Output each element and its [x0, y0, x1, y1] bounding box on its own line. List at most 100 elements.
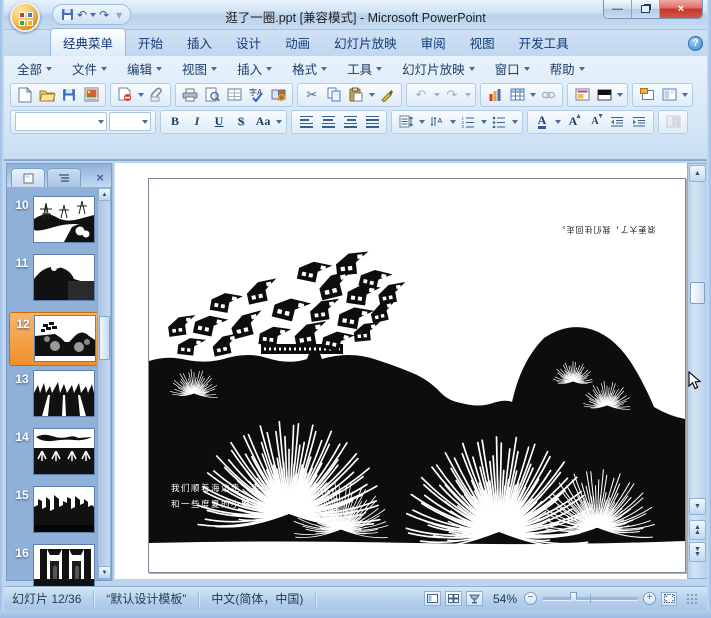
slide-thumbnail-13[interactable]: 13 — [11, 370, 99, 422]
tab-design[interactable]: 设计 — [224, 29, 273, 56]
menu-tools[interactable]: 工具 — [340, 56, 389, 81]
slide-layout-button[interactable] — [659, 85, 679, 105]
zoom-level[interactable]: 54% — [493, 592, 517, 606]
menu-format[interactable]: 格式 — [285, 56, 334, 81]
slide-sorter-button[interactable] — [445, 591, 462, 606]
print-preview-button[interactable] — [202, 85, 222, 105]
status-language[interactable]: 中文(简体，中国) — [199, 591, 316, 607]
tab-view[interactable]: 视图 — [458, 29, 507, 56]
menu-file[interactable]: 文件 — [65, 56, 114, 81]
zoom-slider-handle[interactable] — [570, 592, 577, 603]
align-right-button[interactable] — [340, 112, 360, 132]
save-as-picture-button[interactable] — [81, 85, 101, 105]
tab-slideshow[interactable]: 幻灯片放映 — [322, 29, 409, 56]
tab-classic-menu[interactable]: 经典菜单 — [50, 28, 126, 56]
spelling-button[interactable]: 字A — [246, 85, 266, 105]
scroll-up-button[interactable]: ▲ — [689, 165, 706, 182]
menu-window[interactable]: 窗口 — [488, 56, 537, 81]
panel-scrollbar[interactable]: ▲ ▼ — [97, 188, 110, 579]
justify-button[interactable] — [362, 112, 382, 132]
line-spacing-dropdown[interactable] — [419, 120, 425, 124]
font-size-combobox[interactable] — [109, 112, 151, 131]
research-button[interactable] — [268, 85, 288, 105]
zoom-in-button[interactable]: + — [643, 592, 656, 605]
slide-canvas[interactable]: 浪更大了，我们往回走。 我们顺着海边走，走过几处沼泽水湾， 和一些度夏的小屋。 — [148, 178, 686, 573]
restore-button[interactable] — [632, 0, 660, 18]
menu-slideshow[interactable]: 幻灯片放映 — [395, 56, 482, 81]
change-case-button[interactable]: Aa — [253, 112, 273, 132]
background-style-button[interactable] — [594, 85, 614, 105]
copy-button[interactable] — [324, 85, 344, 105]
tab-home[interactable]: 开始 — [126, 29, 175, 56]
slide-thumbnail-11[interactable]: 11 — [11, 254, 99, 306]
close-button[interactable]: × — [660, 0, 702, 18]
status-design-template[interactable]: “默认设计模板” — [94, 591, 199, 607]
print-button[interactable] — [180, 85, 200, 105]
save-button[interactable] — [59, 85, 79, 105]
help-icon[interactable]: ? — [688, 36, 703, 51]
italic-button[interactable]: I — [187, 112, 207, 132]
menu-help[interactable]: 帮助 — [543, 56, 592, 81]
bold-button[interactable]: B — [165, 112, 185, 132]
cut-button[interactable]: ✂ — [302, 85, 322, 105]
tab-developer[interactable]: 开发工具 — [507, 29, 581, 56]
zoom-out-button[interactable]: − — [524, 592, 537, 605]
slide-thumbnail-12-selected[interactable]: 12 — [9, 312, 103, 366]
undo-dropdown[interactable] — [434, 93, 440, 97]
panel-close-icon[interactable]: × — [96, 170, 109, 187]
next-slide-button[interactable]: ▼▼ — [689, 542, 706, 562]
text-direction-button[interactable]: A — [427, 112, 447, 132]
text-shadow-button[interactable]: S — [231, 112, 251, 132]
shrink-font-button[interactable]: A▼ — [585, 112, 605, 132]
redo-dropdown[interactable] — [465, 93, 471, 97]
decrease-indent-button[interactable] — [607, 112, 627, 132]
bullets-button[interactable] — [489, 112, 509, 132]
slideshow-view-button[interactable] — [466, 591, 483, 606]
menu-edit[interactable]: 编辑 — [120, 56, 169, 81]
tab-outline[interactable] — [47, 168, 81, 187]
undo-button[interactable]: ↶ — [411, 85, 431, 105]
new-slide-button[interactable] — [637, 85, 657, 105]
new-document-button[interactable] — [15, 85, 35, 105]
redo-button[interactable]: ↷ — [442, 85, 462, 105]
tab-animations[interactable]: 动画 — [273, 29, 322, 56]
menu-insert[interactable]: 插入 — [230, 56, 279, 81]
insert-chart-button[interactable] — [485, 85, 505, 105]
format-painter-button[interactable] — [377, 85, 397, 105]
font-color-dropdown[interactable] — [555, 120, 561, 124]
scroll-down-button[interactable]: ▼ — [689, 498, 706, 515]
fit-to-window-button[interactable] — [661, 592, 677, 606]
slide-thumbnail-14[interactable]: 14 — [11, 428, 99, 480]
publish-button[interactable] — [115, 85, 135, 105]
tab-review[interactable]: 审阅 — [409, 29, 458, 56]
numbering-button[interactable]: 123 — [458, 112, 478, 132]
change-case-dropdown[interactable] — [276, 120, 282, 124]
slide-design-button[interactable] — [572, 85, 592, 105]
scroll-thumb[interactable] — [690, 282, 705, 304]
slide-thumbnail-10[interactable]: 10 — [11, 196, 99, 248]
tab-insert[interactable]: 插入 — [175, 29, 224, 56]
previous-slide-button[interactable]: ▲▲ — [689, 520, 706, 540]
align-left-button[interactable] — [296, 112, 316, 132]
paste-dropdown[interactable] — [369, 93, 375, 97]
format-object-button[interactable] — [663, 112, 683, 132]
panel-scroll-down[interactable]: ▼ — [98, 566, 111, 579]
zoom-slider-track[interactable] — [542, 597, 638, 600]
open-button[interactable] — [37, 85, 57, 105]
menu-view[interactable]: 视图 — [175, 56, 224, 81]
underline-button[interactable]: U — [209, 112, 229, 132]
line-spacing-button[interactable] — [396, 112, 416, 132]
slide-layout-dropdown[interactable] — [682, 93, 688, 97]
insert-table-dropdown[interactable] — [530, 93, 536, 97]
bullets-dropdown[interactable] — [512, 120, 518, 124]
tab-slides[interactable] — [11, 168, 45, 187]
grow-font-button[interactable]: A▲ — [563, 112, 583, 132]
panel-scroll-thumb[interactable] — [99, 316, 110, 360]
numbering-dropdown[interactable] — [481, 120, 487, 124]
publish-dropdown[interactable] — [138, 93, 144, 97]
office-button[interactable] — [10, 2, 40, 32]
increase-indent-button[interactable] — [629, 112, 649, 132]
background-dropdown[interactable] — [617, 93, 623, 97]
align-center-button[interactable] — [318, 112, 338, 132]
font-name-combobox[interactable] — [15, 112, 107, 131]
